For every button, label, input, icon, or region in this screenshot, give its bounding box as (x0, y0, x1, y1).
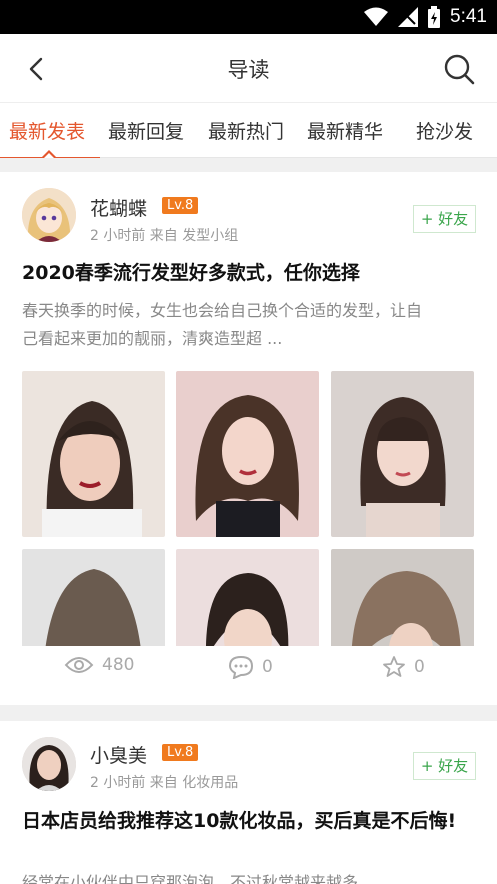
favorite-count[interactable]: 0 (382, 655, 425, 679)
post-title[interactable]: 2020春季流行发型好多款式，任你选择 (22, 259, 475, 288)
avatar[interactable] (22, 188, 76, 242)
eye-icon (64, 657, 94, 673)
post-excerpt[interactable]: 经常在小伙伴中只穿那泡泡，不过秋常越来越多 (22, 869, 437, 884)
post-excerpt[interactable]: 春天换季的时候，女生也会给自己换个合适的发型，让自己看起来更加的靓丽，清爽造型超… (22, 297, 437, 353)
search-icon[interactable] (443, 53, 475, 85)
hairstyle-photo[interactable] (176, 371, 319, 537)
nav-bar: 导读 (0, 34, 497, 102)
level-badge: Lv.8 (162, 197, 199, 214)
tab-bar: 最新发表 最新回复 最新热门 最新精华 抢沙发 (0, 102, 497, 159)
hairstyle-photo[interactable] (176, 549, 319, 646)
hairstyle-photo[interactable] (331, 371, 474, 537)
avatar[interactable] (22, 737, 76, 791)
photo-grid (22, 371, 476, 646)
wifi-icon (364, 7, 389, 26)
level-badge: Lv.8 (162, 744, 199, 761)
hairstyle-photo[interactable] (331, 549, 474, 646)
post-card[interactable]: 花蝴蝶 Lv.8 2 小时前 来自 发型小组 + 好友 2020春季流行发型好多… (0, 172, 497, 705)
section-divider (0, 705, 497, 721)
star-icon (383, 656, 405, 677)
post-stats: 480 0 0 (0, 655, 497, 695)
tab-latest-posts[interactable]: 最新发表 (9, 117, 85, 144)
post-title[interactable]: 日本店员给我推荐这10款化妆品，买后真是不后悔! (22, 807, 475, 836)
tab-first-reply[interactable]: 抢沙发 (416, 117, 473, 144)
page-title: 导读 (227, 58, 270, 82)
hairstyle-photo[interactable] (22, 549, 165, 646)
section-divider (0, 158, 497, 172)
battery-icon (428, 6, 441, 28)
status-bar: 5:41 (0, 0, 497, 34)
post-meta: 2 小时前 来自 化妆用品 (90, 775, 239, 791)
post-meta: 2 小时前 来自 发型小组 (90, 228, 239, 244)
view-count: 480 (64, 655, 134, 675)
comment-count-value: 0 (262, 657, 273, 677)
comment-icon (228, 655, 254, 679)
favorite-count-value: 0 (414, 657, 425, 677)
username[interactable]: 花蝴蝶 (90, 194, 147, 221)
post-card[interactable]: 小臭美 Lv.8 2 小时前 来自 化妆用品 + 好友 日本店员给我推荐这10款… (0, 721, 497, 884)
comment-count[interactable]: 0 (228, 655, 273, 679)
username[interactable]: 小臭美 (90, 741, 147, 768)
add-friend-button[interactable]: + 好友 (413, 205, 476, 233)
tab-latest-featured[interactable]: 最新精华 (307, 117, 383, 144)
tab-latest-replies[interactable]: 最新回复 (108, 117, 184, 144)
status-time: 5:41 (450, 6, 487, 27)
signal-icon (398, 7, 419, 27)
tab-latest-hot[interactable]: 最新热门 (208, 117, 284, 144)
add-friend-button[interactable]: + 好友 (413, 752, 476, 780)
hairstyle-photo[interactable] (22, 371, 165, 537)
view-count-value: 480 (102, 655, 135, 675)
